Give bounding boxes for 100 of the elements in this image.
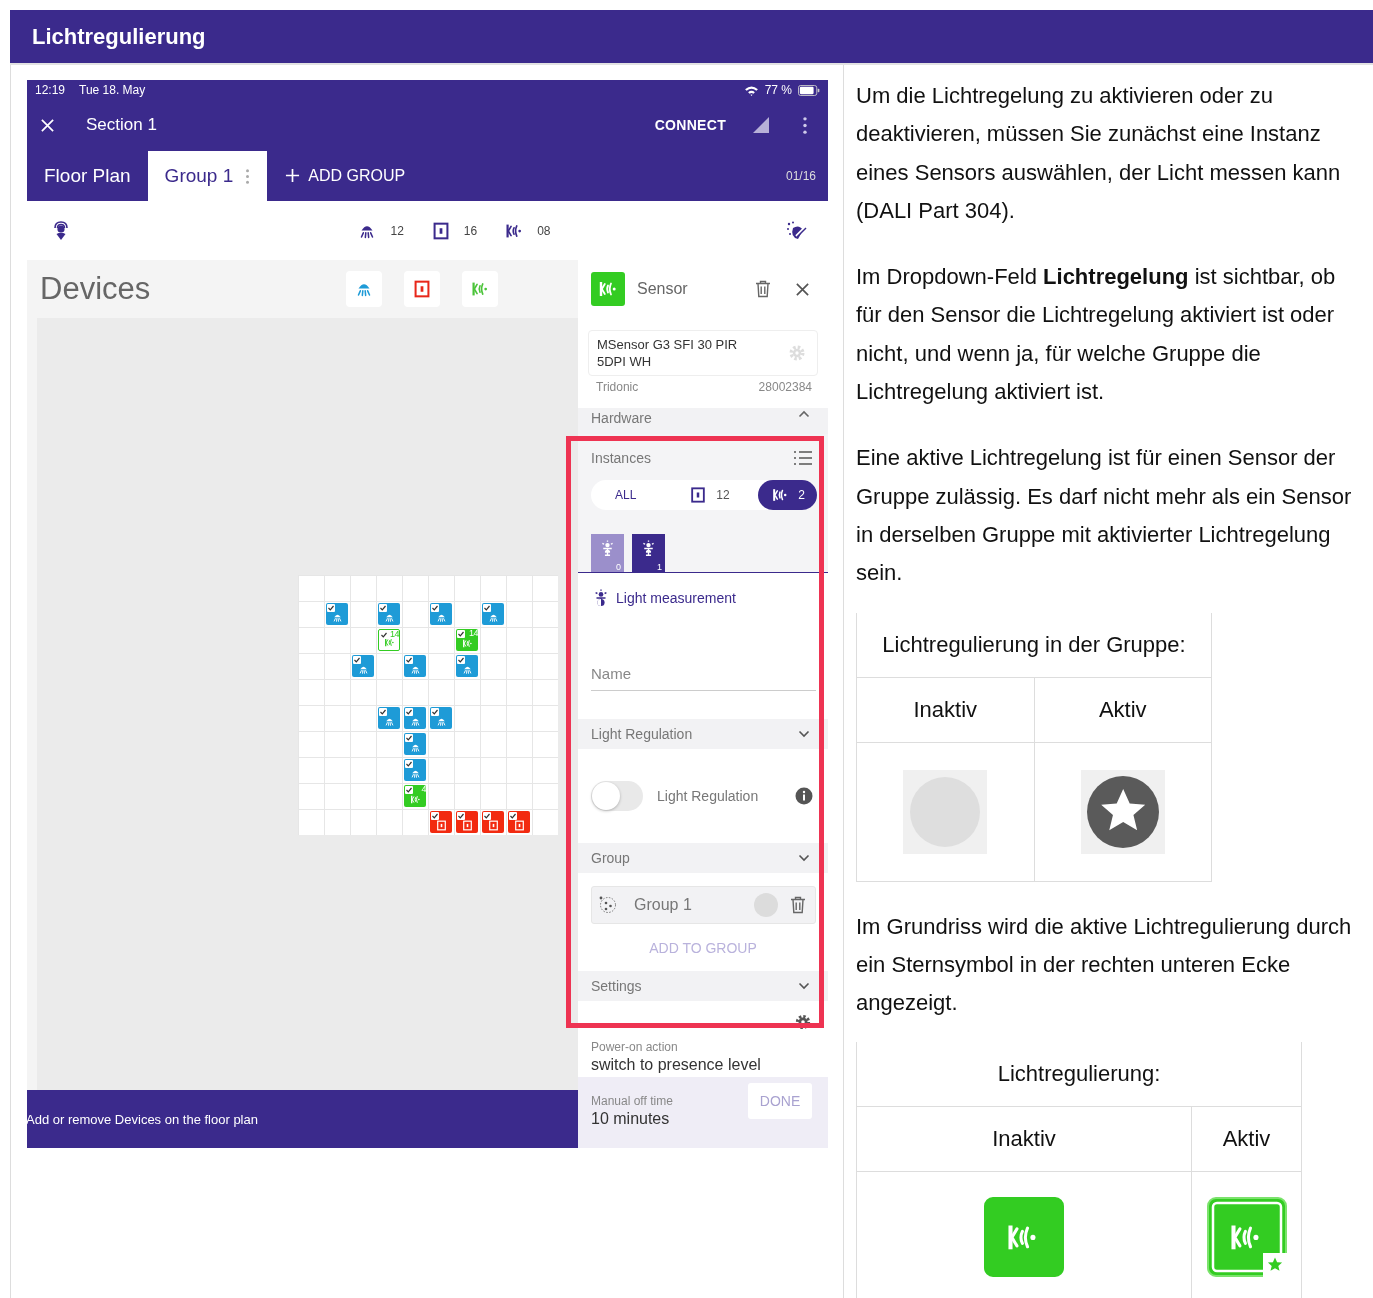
table-title: Lichtregulierung: [856, 1042, 1302, 1107]
paragraph: Eine aktive Lichtregelung ist für einen Sensor der Gruppe zulässig. Es darf nicht mehr als ein Sensor in derselben Gruppe mit aktivierter Lichtregelung sein. [856, 444, 1353, 588]
section-label: Light Regulation [591, 726, 693, 742]
signal-icon [752, 116, 770, 134]
name-field[interactable]: Name [591, 657, 816, 691]
switch-icon [434, 819, 448, 832]
device-count: 16 [463, 223, 478, 238]
battery-percentage: 77 % [764, 83, 792, 97]
list-icon[interactable] [793, 450, 813, 466]
lamp-tile[interactable] [404, 707, 426, 729]
more-icon[interactable] [802, 115, 808, 135]
sensor-tile[interactable]: 4 [404, 785, 426, 807]
light-regulation-toggle[interactable] [591, 781, 643, 811]
paragraph: Um die Lichtregelung zu aktivieren oder zu deaktivieren, müssen Sie zunächst eine Instanz eines Sensors auswählen, der Licht messen kann (DALI Part 304). [856, 82, 1342, 225]
section-name: Section 1 [86, 115, 157, 135]
checkbox-icon [380, 631, 388, 639]
checkbox-icon [483, 812, 491, 820]
instance-tab[interactable]: 1 [632, 534, 665, 572]
section-header[interactable]: Hardware [578, 408, 828, 434]
device-name: MSensor G3 SFI 30 PIR 5DPI WH [597, 336, 739, 370]
table-header: Inaktiv [856, 677, 1034, 743]
lamp-tile[interactable] [352, 655, 374, 677]
add-group-button[interactable]: ADD GROUP [285, 150, 406, 201]
section-label: Settings [591, 978, 642, 994]
sensor-tile[interactable]: 14 [378, 629, 400, 651]
lamp-tile[interactable] [430, 603, 452, 625]
group-row[interactable]: Group 1 [591, 886, 816, 924]
section-header[interactable]: Group [578, 843, 828, 873]
checkbox-icon [431, 708, 439, 716]
device-filter-button[interactable] [346, 271, 383, 307]
lamp-tile[interactable] [404, 655, 426, 677]
tile-number: 4 [421, 785, 426, 794]
lamp-tile[interactable] [378, 707, 400, 729]
checkbox-icon [405, 760, 413, 768]
lamp-tile[interactable] [378, 603, 400, 625]
section-label: Hardware [591, 410, 652, 426]
switch-tile[interactable] [430, 811, 452, 833]
setting-value: 10 minutes [591, 1109, 671, 1129]
switch-tile[interactable] [456, 811, 478, 833]
sensor-tile[interactable]: 14 [456, 629, 478, 651]
status-time: 12:19 [35, 83, 66, 97]
panel-title: Sensor [637, 280, 688, 298]
device-filter-button[interactable] [462, 271, 499, 307]
instance-tab[interactable]: 0 [591, 534, 624, 572]
section-header[interactable]: Light Regulation [578, 719, 828, 749]
instance-type: Light measurement [616, 590, 736, 606]
lamp-tile[interactable] [430, 707, 452, 729]
lamp-tile[interactable] [482, 603, 504, 625]
tab[interactable]: Group 1 [147, 151, 268, 201]
device-filter-button[interactable] [404, 271, 441, 307]
sensor-icon [408, 793, 422, 806]
setting-label: Power-on action [591, 1039, 679, 1055]
lamp-tile[interactable] [404, 733, 426, 755]
checkbox-icon [509, 812, 517, 820]
instances-label: Instances [591, 450, 651, 466]
chevron-down-icon [798, 730, 810, 738]
table-header: Aktiv [1191, 1106, 1302, 1172]
connect-button[interactable]: CONNECT [654, 117, 726, 133]
plus-icon [285, 168, 301, 183]
gear-icon[interactable] [794, 1013, 812, 1031]
instance-filter-tab[interactable]: ALL [591, 480, 661, 510]
checkbox-icon [457, 656, 465, 664]
group-name: Group 1 [634, 896, 692, 914]
checkbox-icon [405, 656, 413, 664]
device-count: 12 [390, 223, 404, 238]
page-counter: 01/16 [785, 168, 816, 183]
trash-icon[interactable] [790, 896, 806, 914]
instance-filter-tab[interactable]: 2 [758, 480, 817, 510]
trash-icon[interactable] [755, 280, 771, 298]
checkbox-icon [379, 708, 387, 716]
chevron-down-icon [798, 982, 810, 990]
sensor-icon [460, 637, 474, 650]
table-title: Lichtregulierung in der Gruppe: [856, 612, 1212, 678]
group-icon [598, 895, 618, 915]
section-label: Group [591, 850, 630, 866]
done-button[interactable]: DONE [748, 1083, 812, 1119]
checkbox-icon [405, 786, 413, 794]
sensor-figure-icon [640, 540, 657, 557]
paragraph: Im Dropdown-Feld Lichtregelung ist sichtbar, ob für den Sensor die Lichtregelung aktiviert ist oder nicht, und wenn ja, für welche Gruppe die Lichtregelung aktiviert ist. [856, 263, 1337, 407]
table-header: Inaktiv [856, 1106, 1192, 1172]
checkbox-icon [431, 604, 439, 612]
lamp-tile[interactable] [404, 759, 426, 781]
instance-filter-tab[interactable]: 12 [676, 480, 742, 510]
checkbox-icon [353, 656, 361, 664]
section-header[interactable]: Settings [578, 971, 828, 1001]
info-icon[interactable] [795, 787, 813, 805]
switch-tile[interactable] [508, 811, 530, 833]
wifi-icon [743, 84, 759, 96]
close-icon[interactable] [795, 281, 810, 297]
checkbox-icon [405, 734, 413, 742]
table-header: Aktiv [1034, 677, 1212, 743]
tile-number: 14 [469, 629, 478, 638]
checkbox-icon [457, 812, 465, 820]
switch-tile[interactable] [482, 811, 504, 833]
lamp-tile[interactable] [456, 655, 478, 677]
lamp-tile[interactable] [326, 603, 348, 625]
checkbox-icon [431, 812, 439, 820]
switch-icon [486, 819, 500, 832]
setting-value: switch to presence level [591, 1055, 761, 1075]
section-title: Lichtregulierung [32, 23, 206, 50]
